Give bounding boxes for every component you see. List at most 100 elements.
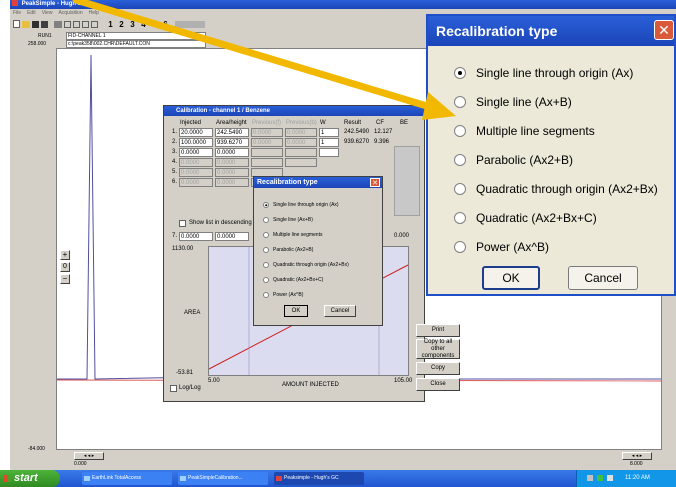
tray-icon[interactable] bbox=[597, 475, 603, 481]
recal-big-option-3[interactable]: Multiple line segments bbox=[454, 124, 595, 138]
zoom-out-icon[interactable]: − bbox=[60, 274, 70, 284]
injected-field[interactable]: 0.0000 bbox=[179, 178, 213, 187]
loglog-checkbox[interactable] bbox=[170, 385, 177, 392]
integration-icon[interactable] bbox=[41, 20, 48, 28]
area-field[interactable]: 0.0000 bbox=[215, 232, 249, 241]
injected-field[interactable]: 0.0000 bbox=[179, 168, 213, 177]
recal-big-option-6[interactable]: Quadratic (Ax2+Bx+C) bbox=[454, 211, 597, 225]
area-field[interactable]: 0.0000 bbox=[215, 178, 249, 187]
injected-field[interactable]: 0.0000 bbox=[179, 158, 213, 167]
injected-field[interactable]: 100.0000 bbox=[179, 138, 213, 147]
area-field[interactable]: 0.0000 bbox=[215, 158, 249, 167]
area-field[interactable]: 242.5490 bbox=[215, 128, 249, 137]
recal-small-option-4[interactable]: Parabolic (Ax2+B) bbox=[263, 247, 313, 253]
menu-edit[interactable]: Edit bbox=[27, 9, 36, 17]
taskbar-item-peaksimple[interactable]: Peaksimple - Hugh's GC bbox=[274, 472, 364, 485]
zoom-reset-icon[interactable]: 0 bbox=[60, 262, 70, 272]
radio-icon[interactable] bbox=[263, 217, 269, 223]
area-field[interactable]: 939.6270 bbox=[215, 138, 249, 147]
radio-icon[interactable] bbox=[454, 96, 466, 108]
recal-small-option-label: Single line (Ax+B) bbox=[273, 217, 313, 223]
calibration-title-bar[interactable]: Calibration - channel 1 / Benzene bbox=[164, 106, 424, 116]
radio-icon[interactable] bbox=[263, 292, 269, 298]
w-field[interactable]: 1 bbox=[319, 128, 339, 137]
recal-small-option-7[interactable]: Power (Ax^B) bbox=[263, 292, 303, 298]
recal-big-title-bar[interactable]: Recalibration type bbox=[428, 16, 674, 46]
recal-big-option-5[interactable]: Quadratic through origin (Ax2+Bx) bbox=[454, 182, 658, 196]
plot-xmin: 5.00 bbox=[208, 378, 220, 384]
close-icon[interactable]: ✕ bbox=[654, 20, 674, 40]
grid-icon[interactable] bbox=[73, 20, 80, 28]
recal-small-cancel-button[interactable]: Cancel bbox=[324, 305, 356, 317]
recal-big-option-label: Multiple line segments bbox=[476, 124, 595, 138]
recal-big-cancel-button[interactable]: Cancel bbox=[568, 266, 638, 290]
radio-icon[interactable] bbox=[263, 247, 269, 253]
menu-acquisition[interactable]: Acquisition bbox=[58, 9, 82, 17]
channel-button-4[interactable]: 4 bbox=[139, 20, 148, 28]
recal-small-option-label: Parabolic (Ax2+B) bbox=[273, 247, 314, 253]
radio-icon[interactable] bbox=[454, 183, 466, 195]
recal-big-option-7[interactable]: Power (Ax^B) bbox=[454, 240, 549, 254]
scroll-right-button[interactable]: ◂ ◂ ▸ bbox=[622, 452, 652, 460]
area-field[interactable]: 0.0000 bbox=[215, 168, 249, 177]
radio-icon[interactable] bbox=[263, 277, 269, 283]
taskbar-item-earthlink[interactable]: EarthLink TotalAccess bbox=[82, 472, 172, 485]
new-file-icon[interactable] bbox=[13, 20, 20, 28]
menu-help[interactable]: Help bbox=[89, 9, 99, 17]
recal-small-option-6[interactable]: Quadratic (Ax2+Bx+C) bbox=[263, 277, 323, 283]
w-field[interactable]: 1 bbox=[319, 138, 339, 147]
channel-button-3[interactable]: 3 bbox=[128, 20, 137, 28]
recal-small-option-2[interactable]: Single line (Ax+B) bbox=[263, 217, 313, 223]
radio-icon[interactable] bbox=[454, 125, 466, 137]
injected-field[interactable]: 0.0000 bbox=[179, 148, 213, 157]
open-folder-icon[interactable] bbox=[22, 20, 30, 28]
table-icon[interactable] bbox=[82, 20, 89, 28]
channel-button-2[interactable]: 2 bbox=[117, 20, 126, 28]
tray-icon[interactable] bbox=[587, 475, 593, 481]
toolbar-extra-icon[interactable] bbox=[175, 20, 205, 28]
recal-big-option-4[interactable]: Parabolic (Ax2+B) bbox=[454, 153, 573, 167]
taskbar-item-calibration[interactable]: PeakSimpleCalibration... bbox=[178, 472, 268, 485]
recal-big-ok-button[interactable]: OK bbox=[482, 266, 540, 290]
channel-button-1[interactable]: 1 bbox=[106, 20, 115, 28]
show-list-checkbox[interactable] bbox=[179, 220, 186, 227]
result-value: 242.5490 bbox=[344, 129, 370, 135]
radio-icon[interactable] bbox=[263, 232, 269, 238]
chart-icon[interactable] bbox=[91, 20, 98, 28]
radio-selected-icon[interactable] bbox=[454, 67, 466, 79]
zoom-in-icon[interactable]: + bbox=[60, 250, 70, 260]
save-icon[interactable] bbox=[32, 20, 39, 28]
radio-icon[interactable] bbox=[454, 241, 466, 253]
clock: 11:20 AM bbox=[625, 475, 650, 481]
radio-icon[interactable] bbox=[454, 154, 466, 166]
channel-button-6[interactable]: 6 bbox=[161, 20, 170, 28]
recal-small-ok-button[interactable]: OK bbox=[284, 305, 308, 317]
start-button[interactable]: start bbox=[0, 470, 60, 487]
copy-button[interactable]: Copy bbox=[416, 362, 460, 375]
channel-button-5[interactable]: 5 bbox=[150, 20, 159, 28]
w-field[interactable] bbox=[319, 148, 339, 157]
close-icon[interactable]: ✕ bbox=[370, 178, 380, 187]
cursor-icon[interactable] bbox=[64, 20, 71, 28]
radio-icon[interactable] bbox=[263, 262, 269, 268]
print-icon[interactable] bbox=[54, 20, 62, 28]
injected-field[interactable]: 20.0000 bbox=[179, 128, 213, 137]
recal-small-option-3[interactable]: Multiple line segments bbox=[263, 232, 322, 238]
injected-field[interactable]: 0.0000 bbox=[179, 232, 213, 241]
recal-small-option-5[interactable]: Quadratic through origin (Ax2+Bx) bbox=[263, 262, 349, 268]
main-title-bar[interactable]: PeakSimple - Hugh's GC bbox=[10, 0, 676, 9]
scroll-left-button[interactable]: ◂ ◂ ▸ bbox=[74, 452, 104, 460]
print-button[interactable]: Print bbox=[416, 324, 460, 337]
area-field[interactable]: 0.0000 bbox=[215, 148, 249, 157]
tray-icon[interactable] bbox=[607, 475, 613, 481]
menu-view[interactable]: View bbox=[42, 9, 53, 17]
recal-big-option-1[interactable]: Single line through origin (Ax) bbox=[454, 66, 633, 80]
close-button[interactable]: Close bbox=[416, 378, 460, 391]
copy-to-all-button[interactable]: Copy to all other components bbox=[416, 339, 460, 359]
radio-icon[interactable] bbox=[454, 212, 466, 224]
menu-file[interactable]: File bbox=[13, 9, 21, 17]
recal-small-title-bar[interactable]: Recalibration type bbox=[254, 177, 382, 188]
recal-big-option-2[interactable]: Single line (Ax+B) bbox=[454, 95, 572, 109]
radio-selected-icon[interactable] bbox=[263, 202, 269, 208]
recal-small-option-1[interactable]: Single line through origin (Ax) bbox=[263, 202, 339, 208]
